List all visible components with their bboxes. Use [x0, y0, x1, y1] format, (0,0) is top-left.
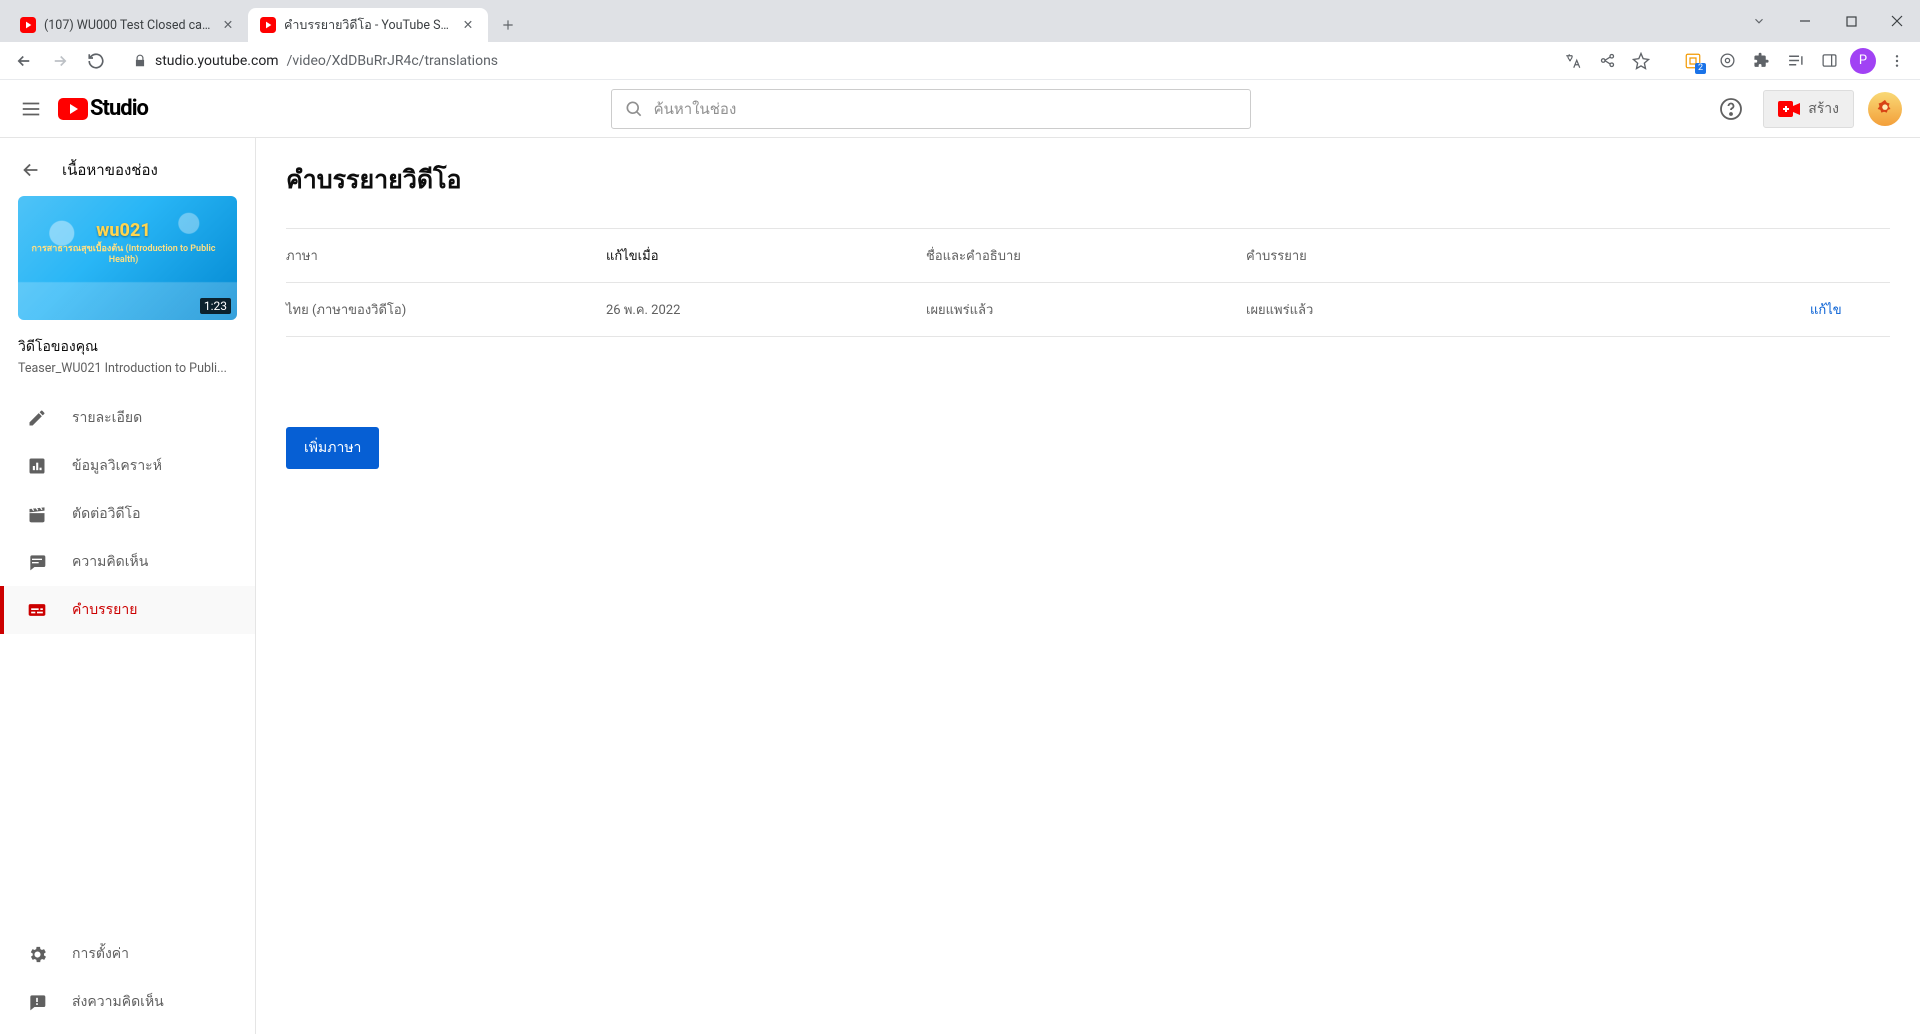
new-tab-button[interactable]: [494, 11, 522, 39]
window-controls: [1736, 0, 1920, 42]
cell-title-desc: เผยแพร่แล้ว: [926, 299, 1246, 320]
analytics-icon: [26, 455, 48, 477]
close-icon[interactable]: ✕: [460, 17, 476, 33]
back-button[interactable]: [8, 45, 40, 77]
cell-subtitles: เผยแพร่แล้ว: [1246, 299, 1810, 320]
address-bar[interactable]: studio.youtube.com/video/XdDBuRrJR4c/tra…: [122, 46, 1548, 76]
translate-icon[interactable]: [1558, 46, 1588, 76]
search-icon: [624, 99, 644, 119]
extensions-puzzle-icon[interactable]: [1746, 46, 1776, 76]
help-button[interactable]: [1713, 91, 1749, 127]
forward-button[interactable]: [44, 45, 76, 77]
url-path: /video/XdDBuRrJR4c/translations: [287, 53, 498, 69]
subtitles-icon: [26, 599, 48, 621]
sidebar-item-comments[interactable]: ความคิดเห็น: [0, 538, 255, 586]
studio-header: Studio สร้าง: [0, 80, 1920, 138]
search-box[interactable]: [611, 89, 1251, 129]
browser-tab-1[interactable]: (107) WU000 Test Closed caption ✕: [8, 8, 248, 42]
pencil-icon: [26, 407, 48, 429]
chevron-down-icon[interactable]: [1736, 0, 1782, 42]
maximize-icon[interactable]: [1828, 0, 1874, 42]
main-content: คำบรรยายวิดีโอ ภาษา แก้ไขเมื่อ ชื่อและคำ…: [256, 138, 1920, 1034]
browser-tab-2[interactable]: คำบรรยายวิดีโอ - YouTube Studio ✕: [248, 8, 488, 42]
col-title-desc[interactable]: ชื่อและคำอธิบาย: [926, 245, 1246, 266]
clapper-icon: [26, 503, 48, 525]
gear-icon: [26, 943, 48, 965]
reload-button[interactable]: [80, 45, 112, 77]
youtube-icon: [20, 17, 36, 33]
extension-badge: 2: [1695, 63, 1706, 74]
sidebar: เนื้อหาของช่อง wu021 การสาธารณสุขเบื้องต…: [0, 138, 256, 1034]
minimize-icon[interactable]: [1782, 0, 1828, 42]
cell-language: ไทย (ภาษาของวิดีโอ): [286, 299, 606, 320]
back-to-content[interactable]: เนื้อหาของช่อง: [0, 148, 255, 196]
video-title: Teaser_WU021 Introduction to Publi...: [18, 361, 237, 376]
extension-icon-2[interactable]: [1712, 46, 1742, 76]
sidebar-item-details[interactable]: รายละเอียด: [0, 394, 255, 442]
page-title: คำบรรยายวิดีโอ: [286, 160, 1890, 200]
create-label: สร้าง: [1808, 98, 1839, 120]
sidebar-item-feedback[interactable]: ส่งความคิดเห็น: [0, 978, 255, 1026]
sidebar-item-editor[interactable]: ตัดต่อวิดีโอ: [0, 490, 255, 538]
tab-title: (107) WU000 Test Closed caption: [44, 18, 212, 33]
cell-modified: 26 พ.ค. 2022: [606, 299, 926, 320]
edit-link[interactable]: แก้ไข: [1810, 299, 1890, 320]
col-modified[interactable]: แก้ไขเมื่อ: [606, 245, 926, 266]
reading-list-icon[interactable]: [1780, 46, 1810, 76]
search-input[interactable]: [654, 100, 1238, 118]
your-video-label: วิดีโอของคุณ: [18, 336, 237, 358]
table-row[interactable]: ไทย (ภาษาของวิดีโอ) 26 พ.ค. 2022 เผยแพร่…: [286, 283, 1890, 337]
kebab-menu-icon[interactable]: [1882, 46, 1912, 76]
comments-icon: [26, 551, 48, 573]
sidebar-item-label: คำบรรยาย: [72, 599, 137, 621]
channel-avatar[interactable]: [1868, 92, 1902, 126]
sidebar-item-label: ส่งความคิดเห็น: [72, 991, 164, 1013]
table-header: ภาษา แก้ไขเมื่อ ชื่อและคำอธิบาย คำบรรยาย: [286, 228, 1890, 283]
sidebar-item-label: ตัดต่อวิดีโอ: [72, 503, 141, 525]
arrow-left-icon: [20, 159, 42, 181]
add-language-button[interactable]: เพิ่มภาษา: [286, 427, 379, 469]
youtube-icon: [260, 17, 276, 33]
thumb-title: wu021: [18, 220, 229, 241]
sidebar-item-analytics[interactable]: ข้อมูลวิเคราะห์: [0, 442, 255, 490]
share-icon[interactable]: [1592, 46, 1622, 76]
sidebar-item-label: ข้อมูลวิเคราะห์: [72, 455, 162, 477]
menu-icon[interactable]: [18, 96, 44, 122]
logo-text: Studio: [90, 96, 148, 121]
back-label: เนื้อหาของช่อง: [62, 158, 158, 182]
url-host: studio.youtube.com: [155, 53, 279, 69]
star-icon[interactable]: [1626, 46, 1656, 76]
tab-title: คำบรรยายวิดีโอ - YouTube Studio: [284, 15, 452, 35]
video-thumbnail[interactable]: wu021 การสาธารณสุขเบื้องต้น (Introductio…: [18, 196, 237, 320]
sidebar-item-label: ความคิดเห็น: [72, 551, 148, 573]
create-icon: [1778, 101, 1800, 117]
video-duration: 1:23: [200, 298, 231, 314]
profile-avatar[interactable]: P: [1848, 46, 1878, 76]
browser-tabstrip: (107) WU000 Test Closed caption ✕ คำบรรย…: [0, 0, 1920, 42]
youtube-play-icon: [58, 98, 88, 120]
browser-toolbar: studio.youtube.com/video/XdDBuRrJR4c/tra…: [0, 42, 1920, 80]
sidebar-item-subtitles[interactable]: คำบรรยาย: [0, 586, 255, 634]
create-button[interactable]: สร้าง: [1763, 90, 1854, 128]
extension-icon[interactable]: 2: [1678, 46, 1708, 76]
sidebar-item-label: รายละเอียด: [72, 407, 142, 429]
sidebar-item-settings[interactable]: การตั้งค่า: [0, 930, 255, 978]
col-subtitles[interactable]: คำบรรยาย: [1246, 245, 1810, 266]
sidepanel-icon[interactable]: [1814, 46, 1844, 76]
feedback-icon: [26, 991, 48, 1013]
thumb-subtitle: การสาธารณสุขเบื้องต้น (Introduction to P…: [18, 241, 229, 265]
col-language[interactable]: ภาษา: [286, 245, 606, 266]
sidebar-item-label: การตั้งค่า: [72, 943, 129, 965]
youtube-studio-logo[interactable]: Studio: [58, 96, 148, 121]
close-icon[interactable]: ✕: [220, 17, 236, 33]
lock-icon: [133, 54, 147, 68]
close-window-icon[interactable]: [1874, 0, 1920, 42]
